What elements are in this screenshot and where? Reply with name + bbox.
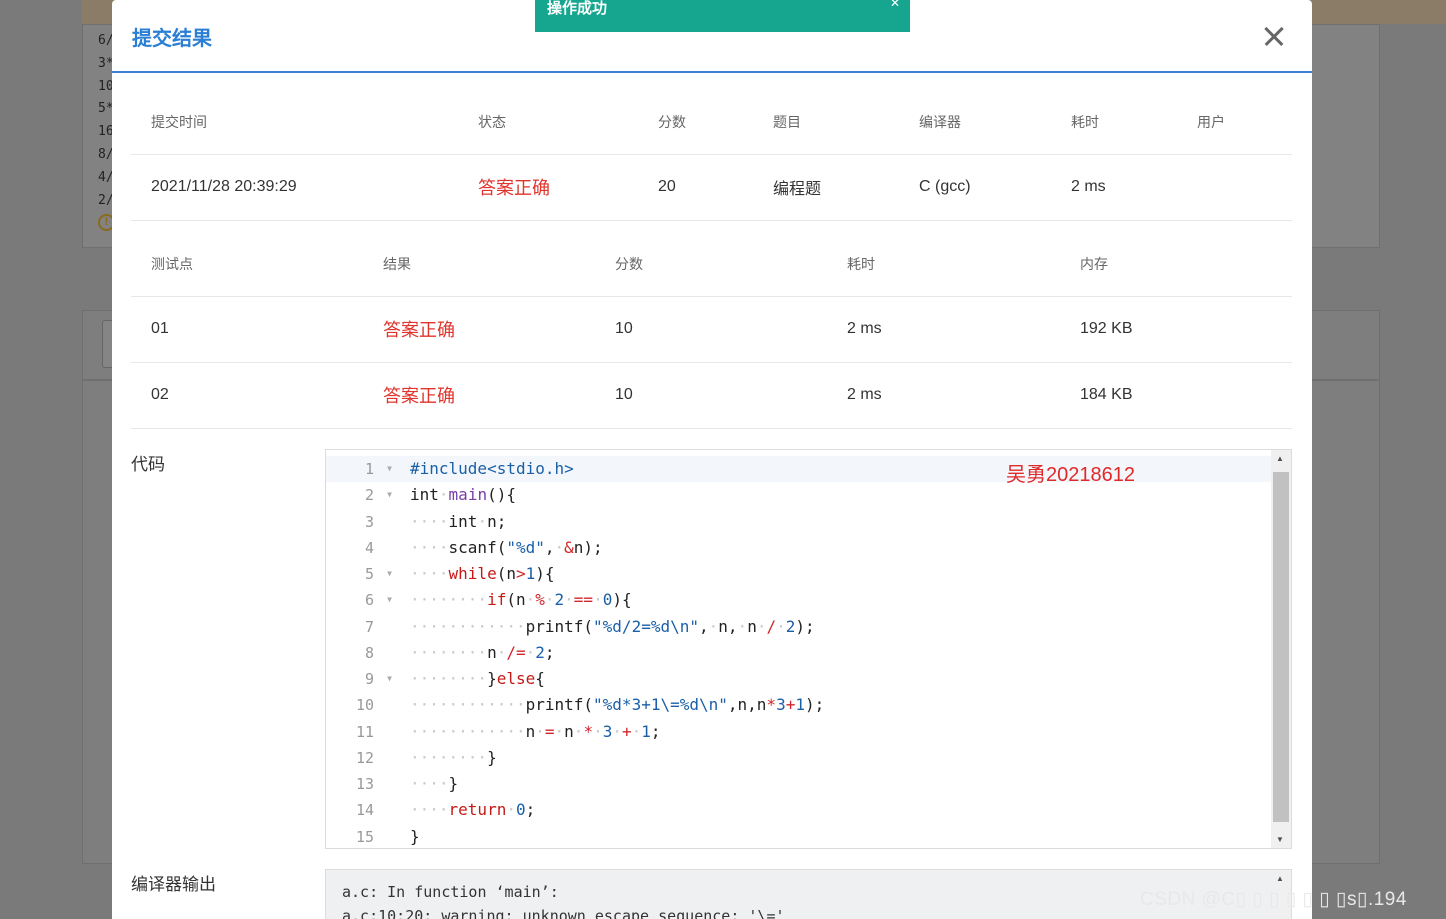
testcase-duration: 2 ms xyxy=(827,362,1060,429)
testcase-memory: 192 KB xyxy=(1060,296,1292,363)
testcase-id: 01 xyxy=(131,296,363,363)
line-number: 2 ▼ xyxy=(326,482,406,508)
result-label: 答案正确 xyxy=(383,320,455,340)
scrollbar-thumb[interactable] xyxy=(1273,472,1289,822)
testcase-duration: 2 ms xyxy=(827,296,1060,363)
csdn-watermark: CSDN @C▯ ▯ ▯ ▯ ▯ ▯ ▯s▯.194 xyxy=(1140,889,1407,910)
submit-time: 2021/11/28 20:39:29 xyxy=(131,154,458,221)
code-line: ····scanf("%d",·&n); xyxy=(410,537,603,557)
code-line: ····return·0; xyxy=(410,800,536,820)
status: 答案正确 xyxy=(458,154,638,221)
fold-arrow-icon[interactable]: ▼ xyxy=(387,587,392,613)
testcase-memory: 184 KB xyxy=(1060,362,1292,429)
code-content: #include<stdio.h> int·main(){ ····int·n;… xyxy=(410,456,825,848)
code-editor[interactable]: 1 ▼ 2 ▼ 3 4 5 ▼ 6 ▼ 7 8 9 ▼ 10 11 12 13 14 15… xyxy=(325,449,1292,849)
line-number: 6 ▼ xyxy=(326,587,406,613)
fold-arrow-icon[interactable]: ▼ xyxy=(387,482,392,508)
code-line: ············n·=·n·*·3·+·1; xyxy=(410,721,661,741)
header-testcase: 测试点 xyxy=(131,233,363,297)
testcase-score: 10 xyxy=(595,362,827,429)
line-number: 7 xyxy=(364,617,374,636)
code-label: 代码 xyxy=(131,455,165,474)
testcase-header-row: 测试点 结果 分数 耗时 内存 xyxy=(131,233,1292,297)
testcase-table: 测试点 结果 分数 耗时 内存 01 答案正确 10 2 ms 192 KB 0… xyxy=(131,233,1292,429)
line-number: 14 xyxy=(355,801,374,820)
code-line: int·main(){ xyxy=(410,485,516,505)
header-problem: 题目 xyxy=(753,91,899,155)
testcase-id: 02 xyxy=(131,362,363,429)
summary-table: 提交时间 状态 分数 题目 编译器 耗时 用户 2021/11/28 20:39… xyxy=(131,91,1292,221)
toast-close-icon[interactable]: ✕ xyxy=(890,0,900,12)
code-line: ····while(n>1){ xyxy=(410,564,555,583)
header-result: 结果 xyxy=(363,233,595,297)
line-number: 8 xyxy=(364,643,374,662)
header-duration: 耗时 xyxy=(1051,91,1177,155)
line-number: 3 xyxy=(364,512,374,531)
success-toast: 操作成功 ✕ xyxy=(535,0,910,32)
code-line: ····} xyxy=(410,774,459,793)
editor-scrollbar[interactable]: ▲ ▼ xyxy=(1271,450,1291,848)
table-row: 01 答案正确 10 2 ms 192 KB xyxy=(131,296,1292,363)
scroll-up-icon[interactable]: ▲ xyxy=(1276,874,1284,883)
testcase-score: 10 xyxy=(595,296,827,363)
code-line: ········if(n·%·2·==·0){ xyxy=(410,590,632,610)
code-line: ········n·/=·2; xyxy=(410,642,555,662)
compiler-output-label: 编译器输出 xyxy=(131,875,216,894)
close-icon[interactable] xyxy=(1258,20,1290,52)
code-line: #include<stdio.h> xyxy=(410,459,574,478)
result-label: 答案正确 xyxy=(383,386,455,406)
code-line: ············printf("%d/2=%d\n",·n,·n·/·2… xyxy=(410,616,815,636)
toast-text: 操作成功 xyxy=(547,0,608,17)
fold-arrow-icon[interactable]: ▼ xyxy=(387,561,392,587)
header-submit-time: 提交时间 xyxy=(131,91,458,155)
fold-arrow-icon[interactable]: ▼ xyxy=(387,456,392,482)
scroll-down-icon[interactable]: ▼ xyxy=(1276,835,1284,844)
duration: 2 ms xyxy=(1051,154,1177,221)
line-number: 15 xyxy=(355,827,374,846)
header-duration: 耗时 xyxy=(827,233,1060,297)
line-number: 9 ▼ xyxy=(326,666,406,692)
header-score: 分数 xyxy=(595,233,827,297)
header-score: 分数 xyxy=(638,91,753,155)
code-line: ····int·n; xyxy=(410,511,507,531)
header-user: 用户 xyxy=(1177,91,1292,155)
compiler: C (gcc) xyxy=(899,154,1051,221)
summary-header-row: 提交时间 状态 分数 题目 编译器 耗时 用户 xyxy=(131,91,1292,155)
code-line: } xyxy=(410,826,420,846)
testcase-result: 答案正确 xyxy=(363,362,595,429)
code-line: ········}else{ xyxy=(410,669,545,688)
line-number: 11 xyxy=(355,722,374,741)
table-row: 02 答案正确 10 2 ms 184 KB xyxy=(131,362,1292,429)
author-annotation: 吴勇20218612 xyxy=(1006,464,1135,486)
line-number-gutter: 1 ▼ 2 ▼ 3 4 5 ▼ 6 ▼ 7 8 9 ▼ 10 11 12 13 14 15 xyxy=(326,456,406,848)
table-row: 2021/11/28 20:39:29 答案正确 20 编程题 C (gcc) … xyxy=(131,154,1292,221)
scroll-up-icon[interactable]: ▲ xyxy=(1276,454,1284,463)
line-number: 10 xyxy=(355,696,374,715)
line-number: 4 xyxy=(364,538,374,557)
code-line: ········} xyxy=(410,747,497,767)
code-line: ············printf("%d*3+1\=%d\n",n,n*3+… xyxy=(410,695,825,715)
line-number: 13 xyxy=(355,775,374,793)
submission-result-modal: 提交结果 提交时间 状态 分数 题目 编译器 耗时 用户 2021/11/28 … xyxy=(112,0,1312,919)
line-number: 5 ▼ xyxy=(326,561,406,587)
modal-title: 提交结果 xyxy=(132,28,212,50)
testcase-result: 答案正确 xyxy=(363,296,595,363)
fold-arrow-icon[interactable]: ▼ xyxy=(387,666,392,692)
user xyxy=(1177,154,1292,221)
line-number: 12 xyxy=(355,748,374,767)
score: 20 xyxy=(638,154,753,221)
header-memory: 内存 xyxy=(1060,233,1292,297)
header-compiler: 编译器 xyxy=(899,91,1051,155)
line-number: 1 ▼ xyxy=(326,456,406,482)
header-status: 状态 xyxy=(458,91,638,155)
problem: 编程题 xyxy=(753,154,899,221)
status-label: 答案正确 xyxy=(478,178,550,198)
